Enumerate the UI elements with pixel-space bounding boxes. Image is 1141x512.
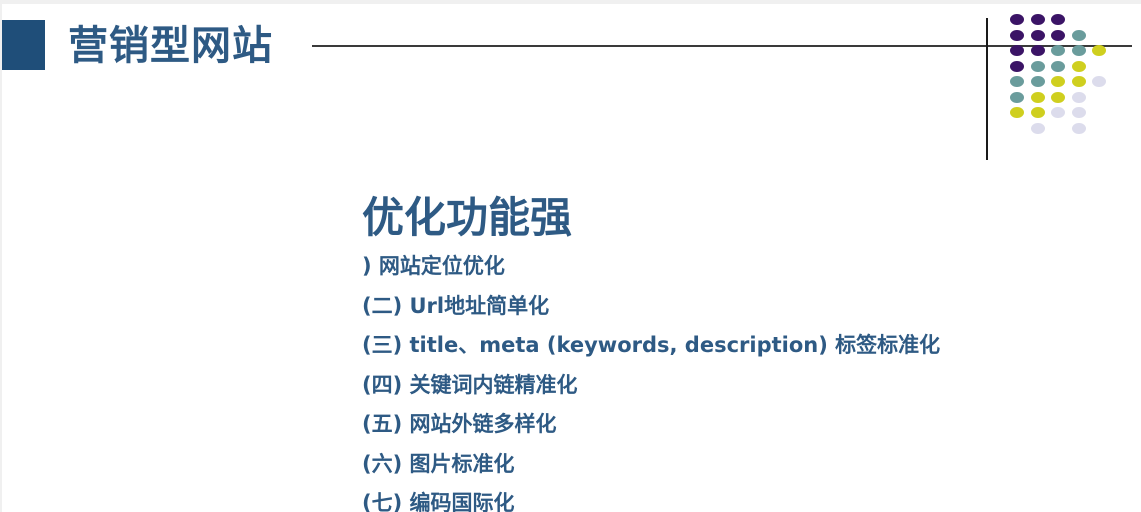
decorative-dot bbox=[1030, 60, 1045, 72]
decorative-dot bbox=[1092, 76, 1106, 87]
decorative-dot bbox=[1010, 29, 1024, 41]
slide: 营销型网站 优化功能强 ) 网站定位优化 (二) Url地址简单化 (三) ti… bbox=[2, 4, 1141, 512]
decorative-dot bbox=[1051, 107, 1065, 118]
decorative-dot bbox=[1030, 14, 1045, 25]
title-accent-bar bbox=[2, 20, 45, 70]
decorative-dot bbox=[1051, 14, 1065, 25]
decorative-dot bbox=[1051, 29, 1065, 41]
decorative-dot bbox=[1071, 91, 1086, 103]
page-title: 营销型网站 bbox=[68, 23, 273, 69]
decorative-dot bbox=[1010, 14, 1024, 25]
section-heading: 优化功能强 bbox=[362, 193, 573, 242]
vertical-divider bbox=[986, 18, 988, 160]
list-item: (七) 编码国际化 bbox=[362, 491, 515, 512]
decorative-dot bbox=[1092, 45, 1106, 56]
decorative-dot bbox=[1071, 107, 1086, 118]
decorative-dot bbox=[1051, 76, 1065, 87]
decorative-dot bbox=[1071, 76, 1086, 87]
list-item: (二) Url地址简单化 bbox=[362, 293, 550, 318]
decorative-dot bbox=[1010, 91, 1024, 103]
decorative-dot bbox=[1051, 60, 1065, 72]
list-item: (五) 网站外链多样化 bbox=[362, 412, 557, 436]
decorative-dot bbox=[1051, 45, 1065, 56]
decorative-dot bbox=[1030, 107, 1045, 118]
decorative-dot bbox=[1030, 122, 1045, 134]
list-item: (三) title、meta (keywords, description) 标… bbox=[362, 333, 941, 357]
decorative-dot bbox=[1071, 45, 1086, 56]
main-content: 优化功能强 ) 网站定位优化 (二) Url地址简单化 (三) title、me… bbox=[362, 190, 940, 512]
decorative-dot bbox=[1071, 122, 1086, 134]
decorative-dot bbox=[1030, 76, 1045, 87]
decorative-dot bbox=[1030, 91, 1045, 103]
optimization-list: ) 网站定位优化 (二) Url地址简单化 (三) title、meta (ke… bbox=[362, 252, 940, 512]
decorative-dot bbox=[1051, 91, 1065, 103]
decorative-dot bbox=[1030, 29, 1045, 41]
decorative-dot bbox=[1071, 60, 1086, 72]
decorative-dot bbox=[1071, 29, 1086, 41]
list-item: ) 网站定位优化 bbox=[362, 254, 505, 278]
decorative-dot bbox=[1010, 107, 1024, 118]
decorative-dot bbox=[1010, 45, 1024, 56]
decorative-dot-grid bbox=[1002, 14, 1122, 154]
decorative-dot bbox=[1030, 45, 1045, 56]
decorative-dot bbox=[1010, 60, 1024, 72]
list-item: (六) 图片标准化 bbox=[362, 451, 515, 476]
decorative-dot bbox=[1010, 76, 1024, 87]
list-item: (四) 关键词内链精准化 bbox=[362, 372, 578, 397]
